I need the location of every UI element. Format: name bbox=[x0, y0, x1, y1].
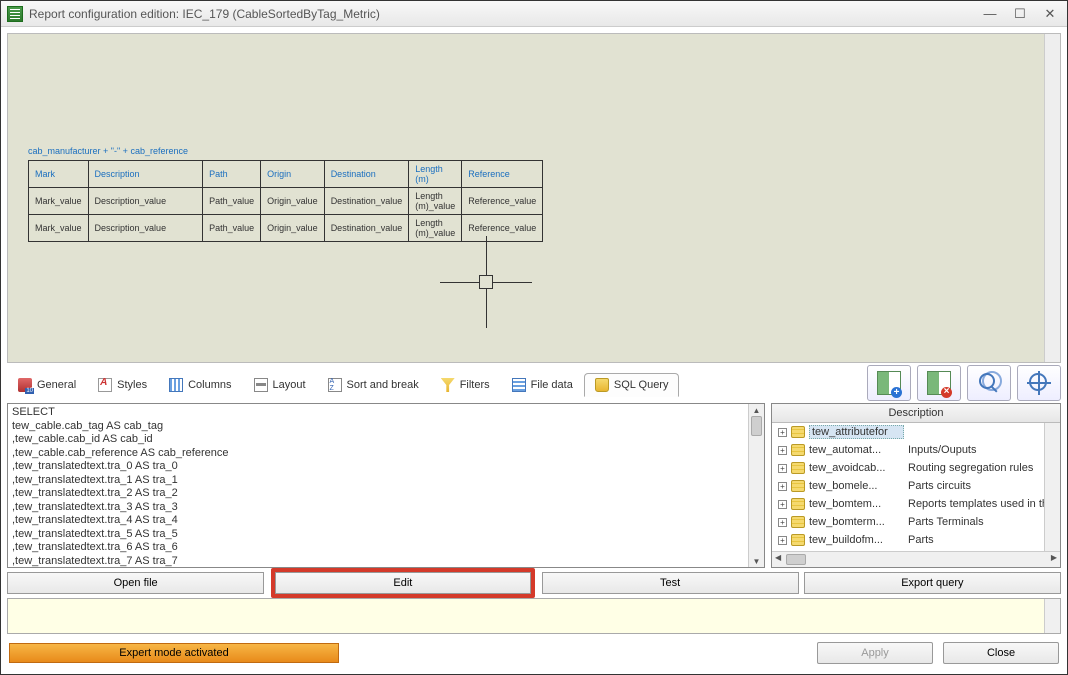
remove-column-icon bbox=[927, 371, 951, 395]
tree-header: Description bbox=[772, 404, 1060, 423]
zoom-extents-button[interactable] bbox=[1017, 365, 1061, 401]
expand-icon[interactable]: + bbox=[778, 428, 787, 437]
test-button[interactable]: Test bbox=[542, 572, 799, 594]
report-preview: cab_manufacturer + "-" + cab_reference M… bbox=[7, 33, 1061, 363]
tree-item[interactable]: +tew_attributefor bbox=[772, 423, 1060, 441]
preview-table: Mark Description Path Origin Destination… bbox=[28, 160, 543, 242]
edit-button-highlight: Edit bbox=[271, 568, 534, 598]
tab-filedata[interactable]: File data bbox=[501, 373, 584, 397]
general-icon bbox=[18, 378, 32, 392]
columns-icon bbox=[169, 378, 183, 392]
tab-layout[interactable]: Layout bbox=[243, 373, 317, 397]
expand-icon[interactable]: + bbox=[778, 482, 787, 491]
sql-scrollbar[interactable]: ▲▼ bbox=[748, 404, 764, 567]
zoom-fit-button[interactable] bbox=[967, 365, 1011, 401]
sql-editor[interactable]: SELECT tew_cable.cab_tag AS cab_tag ,tew… bbox=[7, 403, 765, 568]
col-mark: Mark bbox=[29, 161, 89, 188]
schema-tree: Description +tew_attributefor +tew_autom… bbox=[771, 403, 1061, 568]
tab-general[interactable]: General bbox=[7, 373, 87, 397]
filedata-icon bbox=[512, 378, 526, 392]
window-title: Report configuration edition: IEC_179 (C… bbox=[29, 7, 979, 21]
tree-item[interactable]: +tew_bomtem...Reports templates used in … bbox=[772, 495, 1060, 513]
tree-item[interactable]: +tew_avoidcab...Routing segregation rule… bbox=[772, 459, 1060, 477]
message-scrollbar[interactable] bbox=[1044, 599, 1060, 633]
tab-sort[interactable]: Sort and break bbox=[317, 373, 430, 397]
table-icon bbox=[791, 534, 805, 546]
tab-strip: General Styles Columns Layout Sort and b… bbox=[7, 369, 679, 397]
close-button[interactable]: Close bbox=[943, 642, 1059, 664]
table-icon bbox=[791, 498, 805, 510]
edit-button[interactable]: Edit bbox=[275, 572, 530, 594]
message-area bbox=[7, 598, 1061, 634]
tree-scrollbar-h[interactable]: ◀▶ bbox=[772, 551, 1060, 567]
remove-column-button[interactable] bbox=[917, 365, 961, 401]
tree-item[interactable]: +tew_bomterm...Parts Terminals bbox=[772, 513, 1060, 531]
layout-icon bbox=[254, 378, 268, 392]
zoom-target-icon bbox=[1027, 371, 1051, 395]
minimize-button[interactable]: — bbox=[979, 6, 1001, 22]
filter-icon bbox=[441, 378, 455, 392]
expand-icon[interactable]: + bbox=[778, 464, 787, 473]
tab-filters[interactable]: Filters bbox=[430, 373, 501, 397]
tab-styles[interactable]: Styles bbox=[87, 373, 158, 397]
add-column-button[interactable] bbox=[867, 365, 911, 401]
col-length: Length (m) bbox=[409, 161, 462, 188]
tab-sqlquery[interactable]: SQL Query bbox=[584, 373, 680, 397]
app-icon bbox=[7, 6, 23, 22]
tree-item[interactable]: +tew_automat...Inputs/Ouputs bbox=[772, 441, 1060, 459]
titlebar: Report configuration edition: IEC_179 (C… bbox=[1, 1, 1067, 27]
expand-icon[interactable]: + bbox=[778, 446, 787, 455]
sort-icon bbox=[328, 378, 342, 392]
expand-icon[interactable]: + bbox=[778, 518, 787, 527]
preview-row: Mark_value Description_value Path_value … bbox=[29, 215, 543, 242]
table-icon bbox=[791, 426, 805, 438]
open-file-button[interactable]: Open file bbox=[7, 572, 264, 594]
preview-scrollbar[interactable] bbox=[1044, 34, 1060, 362]
zoom-stack-icon bbox=[977, 371, 1001, 395]
tree-scrollbar-v[interactable] bbox=[1044, 423, 1060, 551]
table-icon bbox=[791, 480, 805, 492]
app-window: Report configuration edition: IEC_179 (C… bbox=[0, 0, 1068, 675]
sql-icon bbox=[595, 378, 609, 392]
table-icon bbox=[791, 516, 805, 528]
tree-item[interactable]: +tew_bomele...Parts circuits bbox=[772, 477, 1060, 495]
tab-columns[interactable]: Columns bbox=[158, 373, 242, 397]
maximize-button[interactable]: ☐ bbox=[1009, 6, 1031, 22]
col-path: Path bbox=[203, 161, 261, 188]
col-reference: Reference bbox=[462, 161, 543, 188]
col-description: Description bbox=[88, 161, 203, 188]
export-query-button[interactable]: Export query bbox=[804, 572, 1061, 594]
close-window-button[interactable]: ✕ bbox=[1039, 6, 1061, 22]
styles-icon bbox=[98, 378, 112, 392]
table-icon bbox=[791, 444, 805, 456]
expand-icon[interactable]: + bbox=[778, 500, 787, 509]
table-icon bbox=[791, 462, 805, 474]
expand-icon[interactable]: + bbox=[778, 536, 787, 545]
col-origin: Origin bbox=[261, 161, 325, 188]
apply-button[interactable]: Apply bbox=[817, 642, 933, 664]
preview-formula: cab_manufacturer + "-" + cab_reference bbox=[28, 146, 188, 156]
expert-mode-badge: Expert mode activated bbox=[9, 643, 339, 663]
tree-item[interactable]: +tew_buildofm...Parts bbox=[772, 531, 1060, 549]
add-column-icon bbox=[877, 371, 901, 395]
col-destination: Destination bbox=[324, 161, 409, 188]
preview-row: Mark_value Description_value Path_value … bbox=[29, 188, 543, 215]
